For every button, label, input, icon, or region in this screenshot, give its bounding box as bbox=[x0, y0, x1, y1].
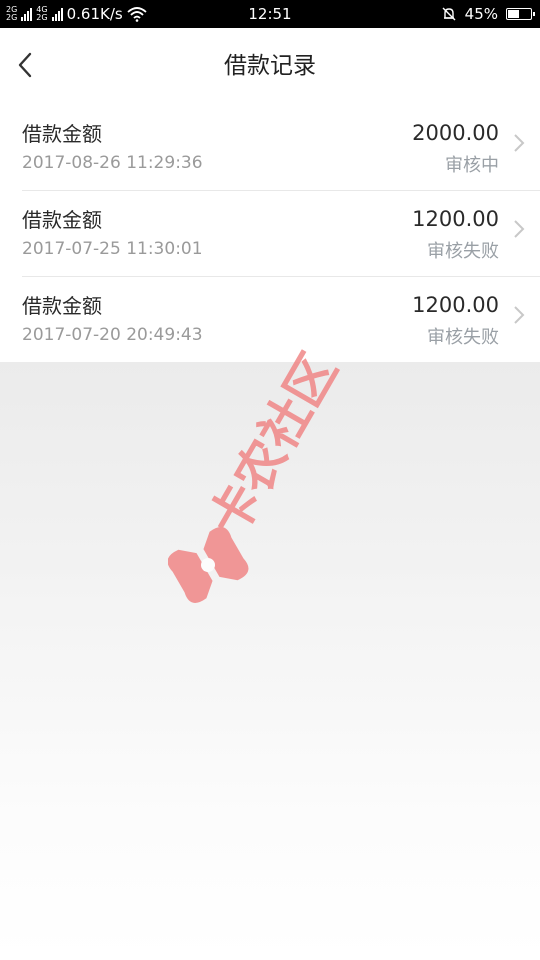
network-type-bottom-2: 2G bbox=[36, 13, 48, 22]
header: 借款记录 bbox=[0, 28, 540, 104]
network-speed: 0.61K/s bbox=[66, 5, 123, 23]
record-label: 借款金额 bbox=[22, 294, 102, 318]
watermark-text: 卡农社区 bbox=[198, 344, 348, 546]
loan-record-row[interactable]: 借款金额 2017-07-25 11:30:01 1200.00 审核失败 bbox=[0, 190, 540, 276]
chevron-right-icon bbox=[514, 306, 525, 324]
status-bar-left: 2G 2G 4G 2G 0.61K/s bbox=[6, 0, 147, 28]
network-type: 2G 2G bbox=[6, 6, 17, 22]
loan-record-row[interactable]: 借款金额 2017-08-26 11:29:36 2000.00 审核中 bbox=[0, 104, 540, 190]
watermark-mark bbox=[168, 527, 249, 603]
alarm-off-icon bbox=[442, 7, 456, 21]
signal-bars-icon bbox=[51, 7, 63, 21]
status-bar: 2G 2G 4G 2G 0.61K/s 12:51 45% bbox=[0, 0, 540, 28]
record-date: 2017-08-26 11:29:36 bbox=[22, 153, 203, 173]
record-amount: 2000.00 bbox=[412, 121, 499, 145]
network-type-2: 4G 2G bbox=[36, 6, 47, 22]
wifi-icon bbox=[127, 7, 147, 22]
status-bar-right: 45% bbox=[441, 0, 535, 28]
chevron-left-icon bbox=[18, 52, 32, 78]
record-amount: 1200.00 bbox=[412, 293, 499, 317]
chevron-right-icon bbox=[514, 134, 525, 152]
record-status: 审核失败 bbox=[427, 327, 499, 348]
record-date: 2017-07-25 11:30:01 bbox=[22, 239, 203, 259]
record-status: 审核失败 bbox=[427, 241, 499, 262]
battery-level-fill bbox=[508, 10, 519, 18]
battery-percent: 45% bbox=[464, 5, 498, 23]
watermark-logo: 卡农社区 bbox=[168, 344, 348, 603]
loan-record-row[interactable]: 借款金额 2017-07-20 20:49:43 1200.00 审核失败 bbox=[0, 276, 540, 362]
back-button[interactable] bbox=[10, 46, 50, 86]
record-amount: 1200.00 bbox=[412, 207, 499, 231]
record-date: 2017-07-20 20:49:43 bbox=[22, 325, 203, 345]
page-title: 借款记录 bbox=[224, 53, 316, 79]
signal-bars-icon bbox=[21, 7, 33, 21]
chevron-right-icon bbox=[514, 220, 525, 238]
record-status: 审核中 bbox=[445, 155, 499, 176]
battery-icon bbox=[506, 8, 535, 20]
record-label: 借款金额 bbox=[22, 208, 102, 232]
network-type-bottom: 2G bbox=[6, 13, 18, 22]
loan-record-list: 借款金额 2017-08-26 11:29:36 2000.00 审核中 借款金… bbox=[0, 104, 540, 362]
record-label: 借款金额 bbox=[22, 122, 102, 146]
